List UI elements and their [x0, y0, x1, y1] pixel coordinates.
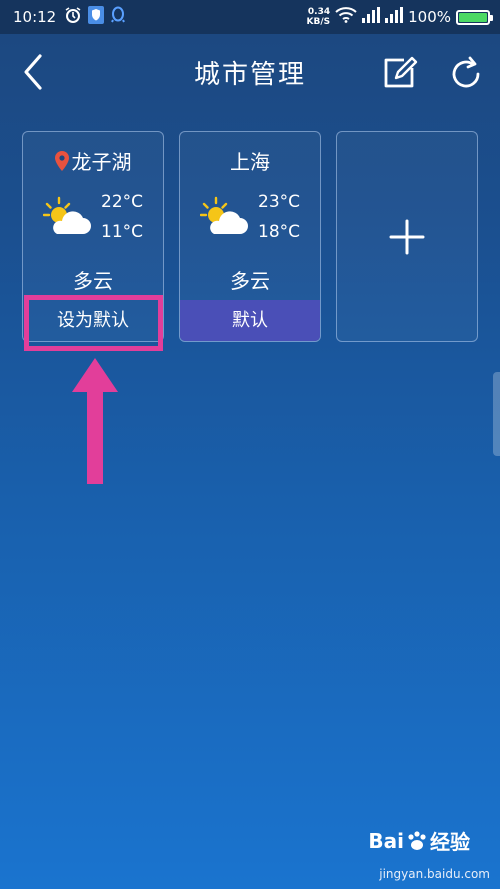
weather-condition: 多云 — [73, 269, 113, 293]
shield-icon — [88, 6, 105, 28]
qq-icon — [110, 6, 126, 28]
city-name: 上海 — [230, 150, 270, 174]
temperature-high: 23°C — [258, 192, 301, 212]
edge-handle[interactable] — [493, 372, 500, 456]
page-title: 城市管理 — [193, 60, 306, 90]
paw-icon — [408, 830, 426, 850]
city-name-row: 上海 — [180, 146, 320, 175]
signal-4g-icon — [385, 7, 404, 27]
city-management-screen: 10:12 0.34 KB/S 100% 城市管理 龙子湖 22°C 11°C … — [0, 0, 500, 889]
battery-percent: 100% — [408, 8, 451, 26]
refresh-icon — [452, 56, 480, 88]
city-card-shanghai[interactable]: 上海 23°C 18°C 多云 默认 — [179, 131, 321, 342]
plus-icon — [389, 219, 425, 254]
add-city-card[interactable] — [336, 131, 478, 342]
partly-cloudy-icon — [42, 196, 91, 236]
city-name-row: 龙子湖 — [23, 146, 163, 175]
watermark-url: jingyan.baidu.com — [379, 867, 490, 881]
default-badge: 默认 — [180, 300, 320, 341]
wifi-icon — [335, 7, 357, 27]
annotation-arrow — [72, 358, 118, 484]
partly-cloudy-icon — [199, 196, 248, 236]
temperature-low: 18°C — [258, 222, 301, 242]
signal-icon — [362, 7, 381, 27]
network-speed-unit: KB/S — [306, 17, 331, 27]
weather-condition: 多云 — [230, 269, 270, 293]
refresh-button[interactable] — [448, 54, 486, 92]
temperature-high: 22°C — [101, 192, 144, 212]
battery-fill — [459, 12, 487, 22]
location-pin-icon — [54, 150, 69, 171]
status-right-group: 0.34 KB/S 100% — [307, 7, 493, 27]
temperature-low: 11°C — [101, 222, 144, 242]
status-time: 10:12 — [13, 8, 57, 26]
baidu-jingyan-watermark: Bai 经验 — [368, 826, 470, 855]
edit-button[interactable] — [380, 54, 418, 92]
alarm-icon — [64, 6, 82, 28]
network-speed: 0.34 KB/S — [307, 7, 331, 27]
city-name: 龙子湖 — [71, 150, 132, 174]
header: 城市管理 — [0, 34, 500, 112]
watermark-brand-b: 经验 — [430, 830, 470, 854]
battery-icon — [456, 9, 493, 25]
highlight-box — [24, 295, 163, 351]
network-speed-value: 0.34 — [307, 7, 331, 17]
edit-icon — [384, 56, 418, 88]
status-bar: 10:12 0.34 KB/S 100% — [0, 0, 500, 34]
watermark-brand-a: Bai — [368, 828, 404, 853]
